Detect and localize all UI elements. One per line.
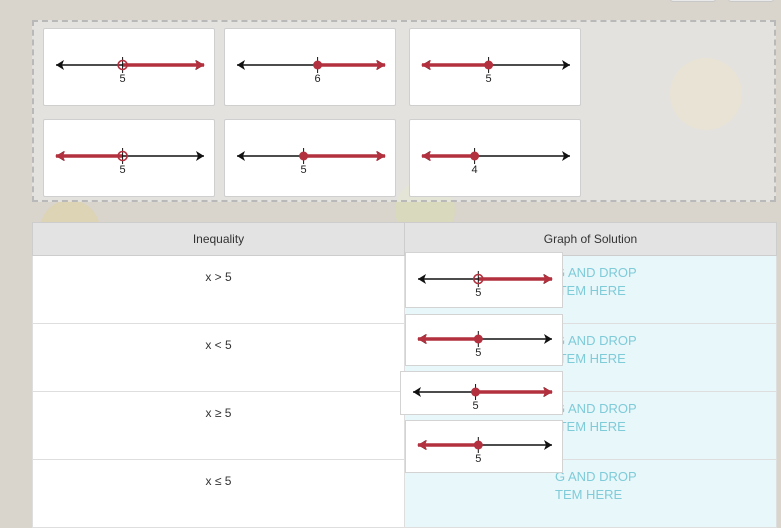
graph-card[interactable]: 5 xyxy=(409,28,581,106)
inequality-cell: x ≥ 5 xyxy=(32,391,405,460)
closed-point-icon xyxy=(313,60,323,70)
number-line-graph: 5 xyxy=(421,57,570,85)
number-line-graph: 4 xyxy=(421,148,570,176)
number-line-graph: 5 xyxy=(417,437,552,465)
graph-card[interactable]: 6 xyxy=(224,28,396,106)
tick-label: 5 xyxy=(472,400,478,412)
drop-zone-label: G AND DROP ITEM HERE xyxy=(555,401,637,434)
drop-zone-label: G AND DROP ITEM HERE xyxy=(555,333,637,366)
tick-label: 5 xyxy=(486,73,492,85)
tick-label: 5 xyxy=(475,287,481,299)
toolbar-button[interactable] xyxy=(728,0,774,2)
graph-card[interactable]: 5 xyxy=(224,119,396,197)
inequality-cell: x > 5 xyxy=(32,255,405,324)
closed-point-icon xyxy=(471,387,481,397)
tick-label: 6 xyxy=(315,73,321,85)
closed-point-icon xyxy=(299,151,309,161)
graph-card[interactable]: 5 xyxy=(43,119,215,197)
graph-card[interactable]: 5 xyxy=(43,28,215,106)
number-line-graph: 5 xyxy=(237,148,386,176)
tick-label: 4 xyxy=(472,164,478,176)
closed-point-icon xyxy=(484,60,494,70)
number-line-graph: 5 xyxy=(55,148,204,176)
dropped-graph-card[interactable]: 5 xyxy=(400,371,563,415)
number-line-graph: 5 xyxy=(417,331,552,359)
drop-zone-label: G AND DROP TEM HERE xyxy=(555,469,637,502)
number-line-graph: 5 xyxy=(418,271,553,299)
number-line-graph: 6 xyxy=(237,57,386,85)
closed-point-icon xyxy=(470,151,480,161)
column-header-inequality: Inequality xyxy=(32,222,405,256)
inequality-cell: x < 5 xyxy=(32,323,405,392)
inequality-cell: x ≤ 5 xyxy=(32,459,405,528)
answer-tray: 5 6 5 5 5 4 xyxy=(32,20,776,202)
number-line-graph: 5 xyxy=(413,384,553,412)
tick-label: 5 xyxy=(475,453,481,465)
toolbar-button[interactable] xyxy=(670,0,716,2)
tick-label: 5 xyxy=(301,164,307,176)
graph-card[interactable]: 4 xyxy=(409,119,581,197)
column-header-graph: Graph of Solution xyxy=(404,222,777,256)
closed-point-icon xyxy=(473,440,483,450)
tick-label: 5 xyxy=(120,73,126,85)
dropped-graph-card[interactable]: 5 xyxy=(405,314,563,366)
tick-label: 5 xyxy=(120,164,126,176)
dropped-graph-card[interactable]: 5 xyxy=(405,252,563,308)
drop-zone-label: G AND DROP ITEM HERE xyxy=(555,265,637,298)
tick-label: 5 xyxy=(475,347,481,359)
number-line-graph: 5 xyxy=(56,57,205,85)
closed-point-icon xyxy=(473,334,483,344)
dropped-graph-card[interactable]: 5 xyxy=(405,420,563,473)
